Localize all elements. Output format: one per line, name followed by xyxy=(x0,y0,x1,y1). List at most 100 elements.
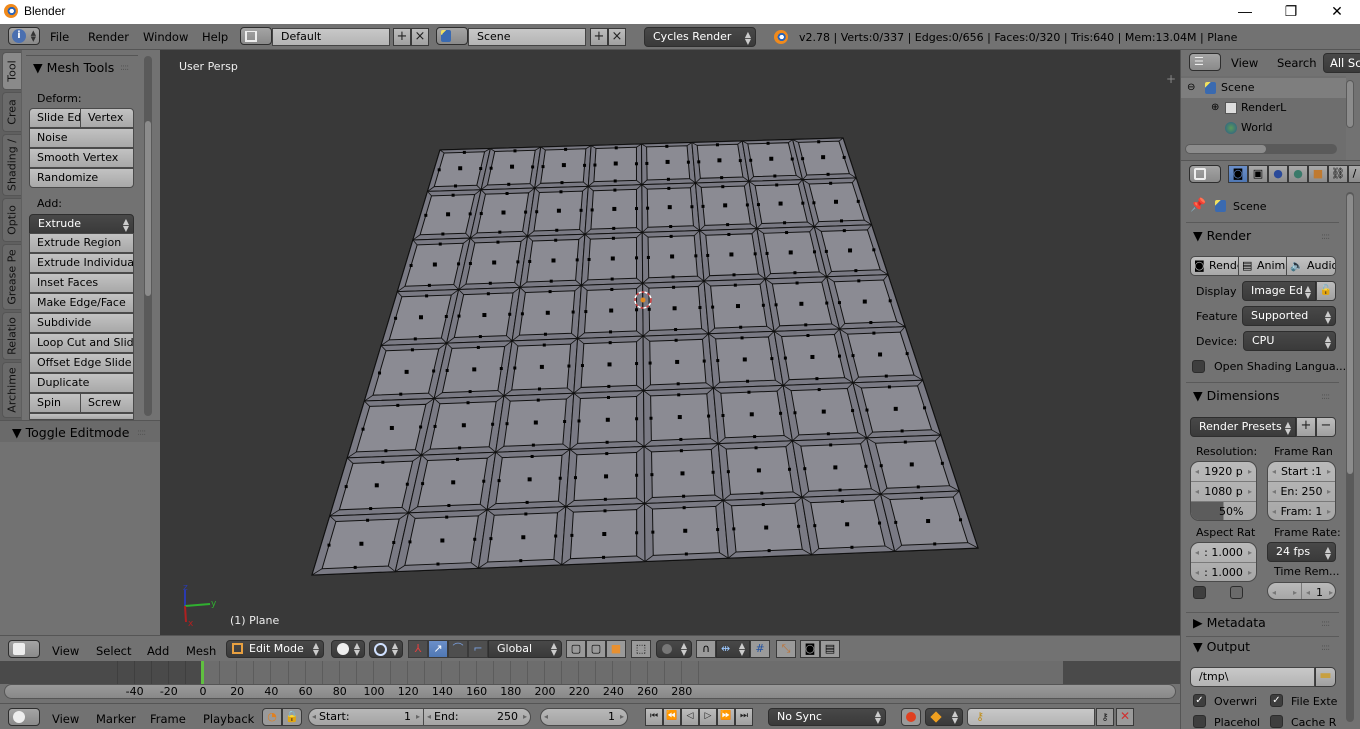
mesh-face[interactable] xyxy=(708,330,784,389)
time-remap-old-field[interactable]: ◂ ▸ xyxy=(1268,583,1302,599)
tool-shelf-scrollbar[interactable] xyxy=(144,56,152,416)
mesh-face[interactable] xyxy=(642,333,714,392)
sync-mode-dropdown[interactable]: No Sync ▲ ▼ xyxy=(768,708,886,726)
render-image-button[interactable]: ◙Rende xyxy=(1190,256,1239,276)
mesh-face[interactable] xyxy=(879,490,979,552)
mesh-face[interactable] xyxy=(644,499,729,563)
opengl-render-image-button[interactable]: ◙ xyxy=(800,640,820,658)
panel-grip-icon[interactable]: :::: xyxy=(1321,392,1330,402)
tab-options[interactable]: Optio xyxy=(2,198,21,242)
slide-vertex-button[interactable]: Vertex xyxy=(80,108,134,128)
menu-help[interactable]: Help xyxy=(202,30,228,44)
play-reverse-button[interactable]: ◁ xyxy=(681,708,699,726)
knife-button-clipped[interactable] xyxy=(29,413,134,420)
extrude-region-button[interactable]: Extrude Region xyxy=(29,233,134,253)
overwrite-checkbox[interactable]: ✓ xyxy=(1193,694,1206,707)
toggle-editmode-panel[interactable]: ▼ Toggle Editmode :::: xyxy=(0,420,160,442)
outliner-item-world[interactable]: World xyxy=(1181,118,1346,138)
render-panel-header[interactable]: ▼ Render xyxy=(1193,228,1251,243)
menu-mesh[interactable]: Mesh xyxy=(186,644,216,658)
mesh-face[interactable] xyxy=(801,177,873,228)
jump-to-start-button[interactable]: ⏮ xyxy=(645,708,663,726)
tab-archimesh[interactable]: Archime xyxy=(2,362,21,418)
insert-keyframe-button[interactable]: ⚷ xyxy=(1096,708,1114,726)
mesh-face[interactable] xyxy=(412,189,482,241)
tab-create[interactable]: Crea xyxy=(2,92,21,132)
mesh-face[interactable] xyxy=(722,496,813,559)
extrude-individual-button[interactable]: Extrude Individual xyxy=(29,253,134,273)
mesh-face[interactable] xyxy=(469,187,536,239)
offset-edge-slide-button[interactable]: Offset Edge Slide xyxy=(29,353,134,373)
tab-relations[interactable]: Relatio xyxy=(2,312,21,360)
start-frame-field[interactable]: ◂ Start: 1 ▸ xyxy=(308,708,424,726)
tab-render[interactable]: ◙ xyxy=(1228,165,1248,183)
open-shading-language-checkbox[interactable] xyxy=(1192,360,1205,373)
menu-file[interactable]: File xyxy=(50,30,69,44)
render-presets-dropdown[interactable]: Render Presets ▲ ▼ xyxy=(1190,417,1296,437)
timeline-area[interactable] xyxy=(0,661,1180,684)
delete-layout-button[interactable]: × xyxy=(411,28,429,46)
mesh-tools-panel-header[interactable]: ▼ Mesh Tools xyxy=(33,60,114,75)
mesh-face[interactable] xyxy=(311,512,410,576)
time-remap-new-field[interactable]: ◂ 1 ▸ xyxy=(1302,583,1335,599)
menu-view[interactable]: View xyxy=(52,712,79,726)
add-scene-button[interactable]: + xyxy=(590,28,608,46)
mesh-face[interactable] xyxy=(511,284,582,342)
crop-checkbox[interactable] xyxy=(1230,586,1243,599)
render-animation-button[interactable]: ▤Anima xyxy=(1238,256,1287,276)
mesh-face[interactable] xyxy=(495,392,575,453)
screw-button[interactable]: Screw xyxy=(80,393,134,413)
device-dropdown[interactable]: CPU ▲ ▼ xyxy=(1243,331,1336,351)
tab-render-layers[interactable]: ▣ xyxy=(1248,165,1268,183)
mesh-face[interactable] xyxy=(519,233,586,288)
editor-type-properties-button[interactable] xyxy=(1189,165,1221,183)
menu-playback[interactable]: Playback xyxy=(203,712,254,726)
transform-orientation-dropdown[interactable]: Global ▲ ▼ xyxy=(488,640,562,658)
mesh-face[interactable] xyxy=(394,509,488,573)
viewport-shading-dropdown[interactable]: ▲ ▼ xyxy=(331,640,365,658)
placeholders-checkbox[interactable] xyxy=(1193,715,1206,728)
frame-end-field[interactable]: ◂ En: 250 ▸ xyxy=(1268,482,1335,502)
panel-grip-icon[interactable]: :::: xyxy=(1321,643,1330,653)
delete-keyframe-button[interactable]: ✕ xyxy=(1116,708,1134,726)
end-frame-field[interactable]: ◂ End: 250 ▸ xyxy=(423,708,531,726)
mesh-face[interactable] xyxy=(782,382,868,442)
mesh-face[interactable] xyxy=(346,397,435,459)
mesh-face[interactable] xyxy=(407,451,497,514)
mesh-face[interactable] xyxy=(433,340,513,399)
panel-grip-icon[interactable]: :::: xyxy=(1321,619,1330,629)
mesh-face[interactable] xyxy=(826,274,906,330)
mesh-face[interactable] xyxy=(569,390,645,450)
mesh-face[interactable] xyxy=(801,493,896,556)
mesh-face[interactable] xyxy=(717,440,803,501)
jump-to-keyframe-prev-button[interactable]: ⏪ xyxy=(663,708,681,726)
mesh-face[interactable] xyxy=(363,342,448,402)
outliner-h-scrollbar[interactable] xyxy=(1185,144,1337,154)
menu-select[interactable]: Select xyxy=(96,644,131,658)
resolution-percentage-slider[interactable]: 50% xyxy=(1191,502,1256,520)
mesh-face[interactable] xyxy=(741,138,804,182)
lock-frame-range-button[interactable]: 🔒 xyxy=(282,708,302,726)
mesh-face[interactable] xyxy=(486,448,571,511)
mesh-face[interactable] xyxy=(641,229,705,284)
3d-viewport[interactable]: User Persp + z y x (1) Plane xyxy=(160,50,1180,635)
smooth-vertex-button[interactable]: Smooth Vertex xyxy=(29,148,134,168)
mesh-face[interactable] xyxy=(865,434,960,495)
dimensions-panel-header[interactable]: ▼ Dimensions xyxy=(1193,388,1280,403)
play-button[interactable]: ▷ xyxy=(699,708,717,726)
tab-world[interactable]: ● xyxy=(1288,165,1308,183)
border-checkbox[interactable] xyxy=(1193,586,1206,599)
mesh-face[interactable] xyxy=(691,140,750,184)
delete-scene-button[interactable]: × xyxy=(608,28,626,46)
face-select-mode-button[interactable]: ■ xyxy=(606,640,626,658)
pivot-point-dropdown[interactable]: ▲ ▼ xyxy=(369,640,403,658)
mesh-face[interactable] xyxy=(445,286,521,344)
editor-type-3dview-button[interactable] xyxy=(8,640,40,658)
timeline-scrollbar[interactable]: -40 -20 0 20 40 60 80 100 120 140 160 180 200 220 240 2… xyxy=(4,684,1176,699)
region-expand-plus-icon[interactable]: + xyxy=(1166,72,1176,86)
edge-select-mode-button[interactable]: ▢ xyxy=(586,640,606,658)
mesh-face[interactable] xyxy=(534,144,592,189)
mesh-face[interactable] xyxy=(791,137,857,181)
mesh-face[interactable] xyxy=(642,280,710,337)
mesh-face[interactable] xyxy=(694,180,758,231)
